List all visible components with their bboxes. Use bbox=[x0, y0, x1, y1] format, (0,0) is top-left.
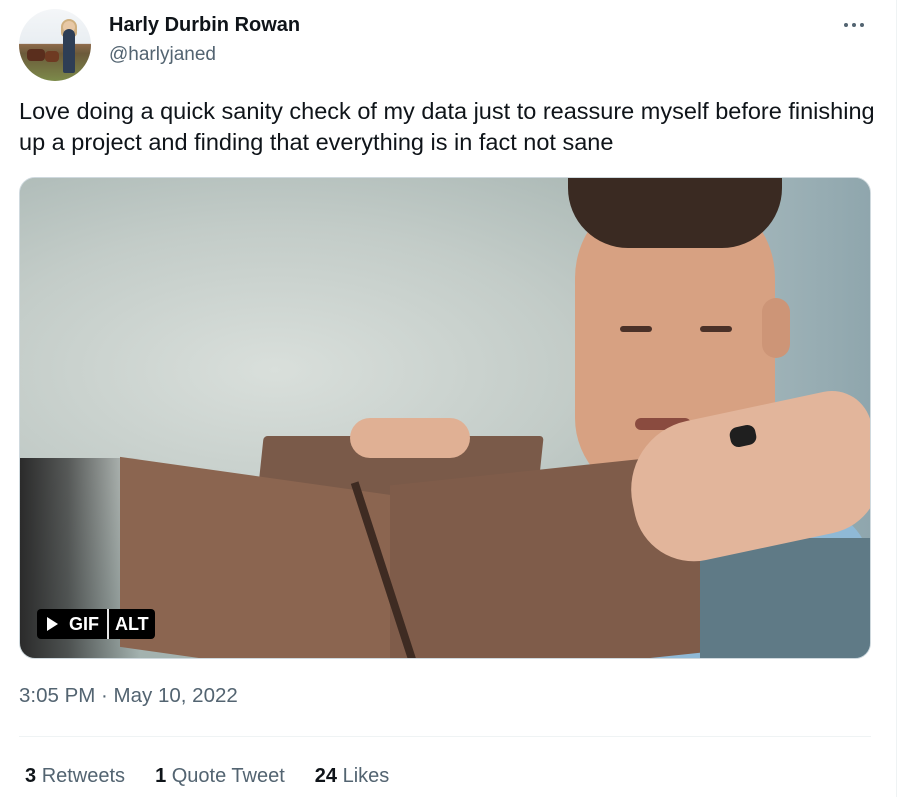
more-options-icon[interactable] bbox=[839, 10, 869, 40]
retweets-label: Retweets bbox=[41, 765, 126, 787]
play-icon[interactable] bbox=[37, 609, 65, 639]
tweet-text: Love doing a quick sanity check of my da… bbox=[19, 98, 875, 155]
badge-separator bbox=[107, 609, 109, 639]
quotes-label: Quote Tweet bbox=[171, 765, 285, 787]
retweets-count: 3 bbox=[25, 765, 37, 787]
divider bbox=[19, 736, 871, 737]
likes-stat[interactable]: 24 Likes bbox=[315, 765, 390, 788]
author-name[interactable]: Harly Durbin Rowan bbox=[109, 14, 300, 37]
tweet-timestamp[interactable]: 3:05 PM · May 10, 2022 bbox=[19, 684, 238, 708]
tweet-stats: 3 Retweets 1 Quote Tweet 24 Likes bbox=[25, 765, 389, 788]
likes-count: 24 bbox=[314, 765, 338, 787]
avatar[interactable] bbox=[19, 9, 91, 81]
tweet-header: Harly Durbin Rowan @harlyjaned bbox=[19, 4, 871, 81]
quote-tweets-stat[interactable]: 1 Quote Tweet bbox=[155, 765, 285, 788]
gif-badge[interactable]: GIF ALT bbox=[37, 609, 155, 639]
likes-label: Likes bbox=[342, 765, 390, 787]
quotes-count: 1 bbox=[155, 765, 167, 787]
author-handle[interactable]: @harlyjaned bbox=[109, 44, 216, 66]
gif-label: GIF bbox=[69, 613, 99, 634]
tweet-media-gif[interactable]: GIF ALT bbox=[19, 177, 871, 659]
retweets-stat[interactable]: 3 Retweets bbox=[25, 765, 125, 788]
alt-text-button[interactable]: ALT bbox=[109, 614, 155, 635]
column-border bbox=[896, 0, 897, 797]
